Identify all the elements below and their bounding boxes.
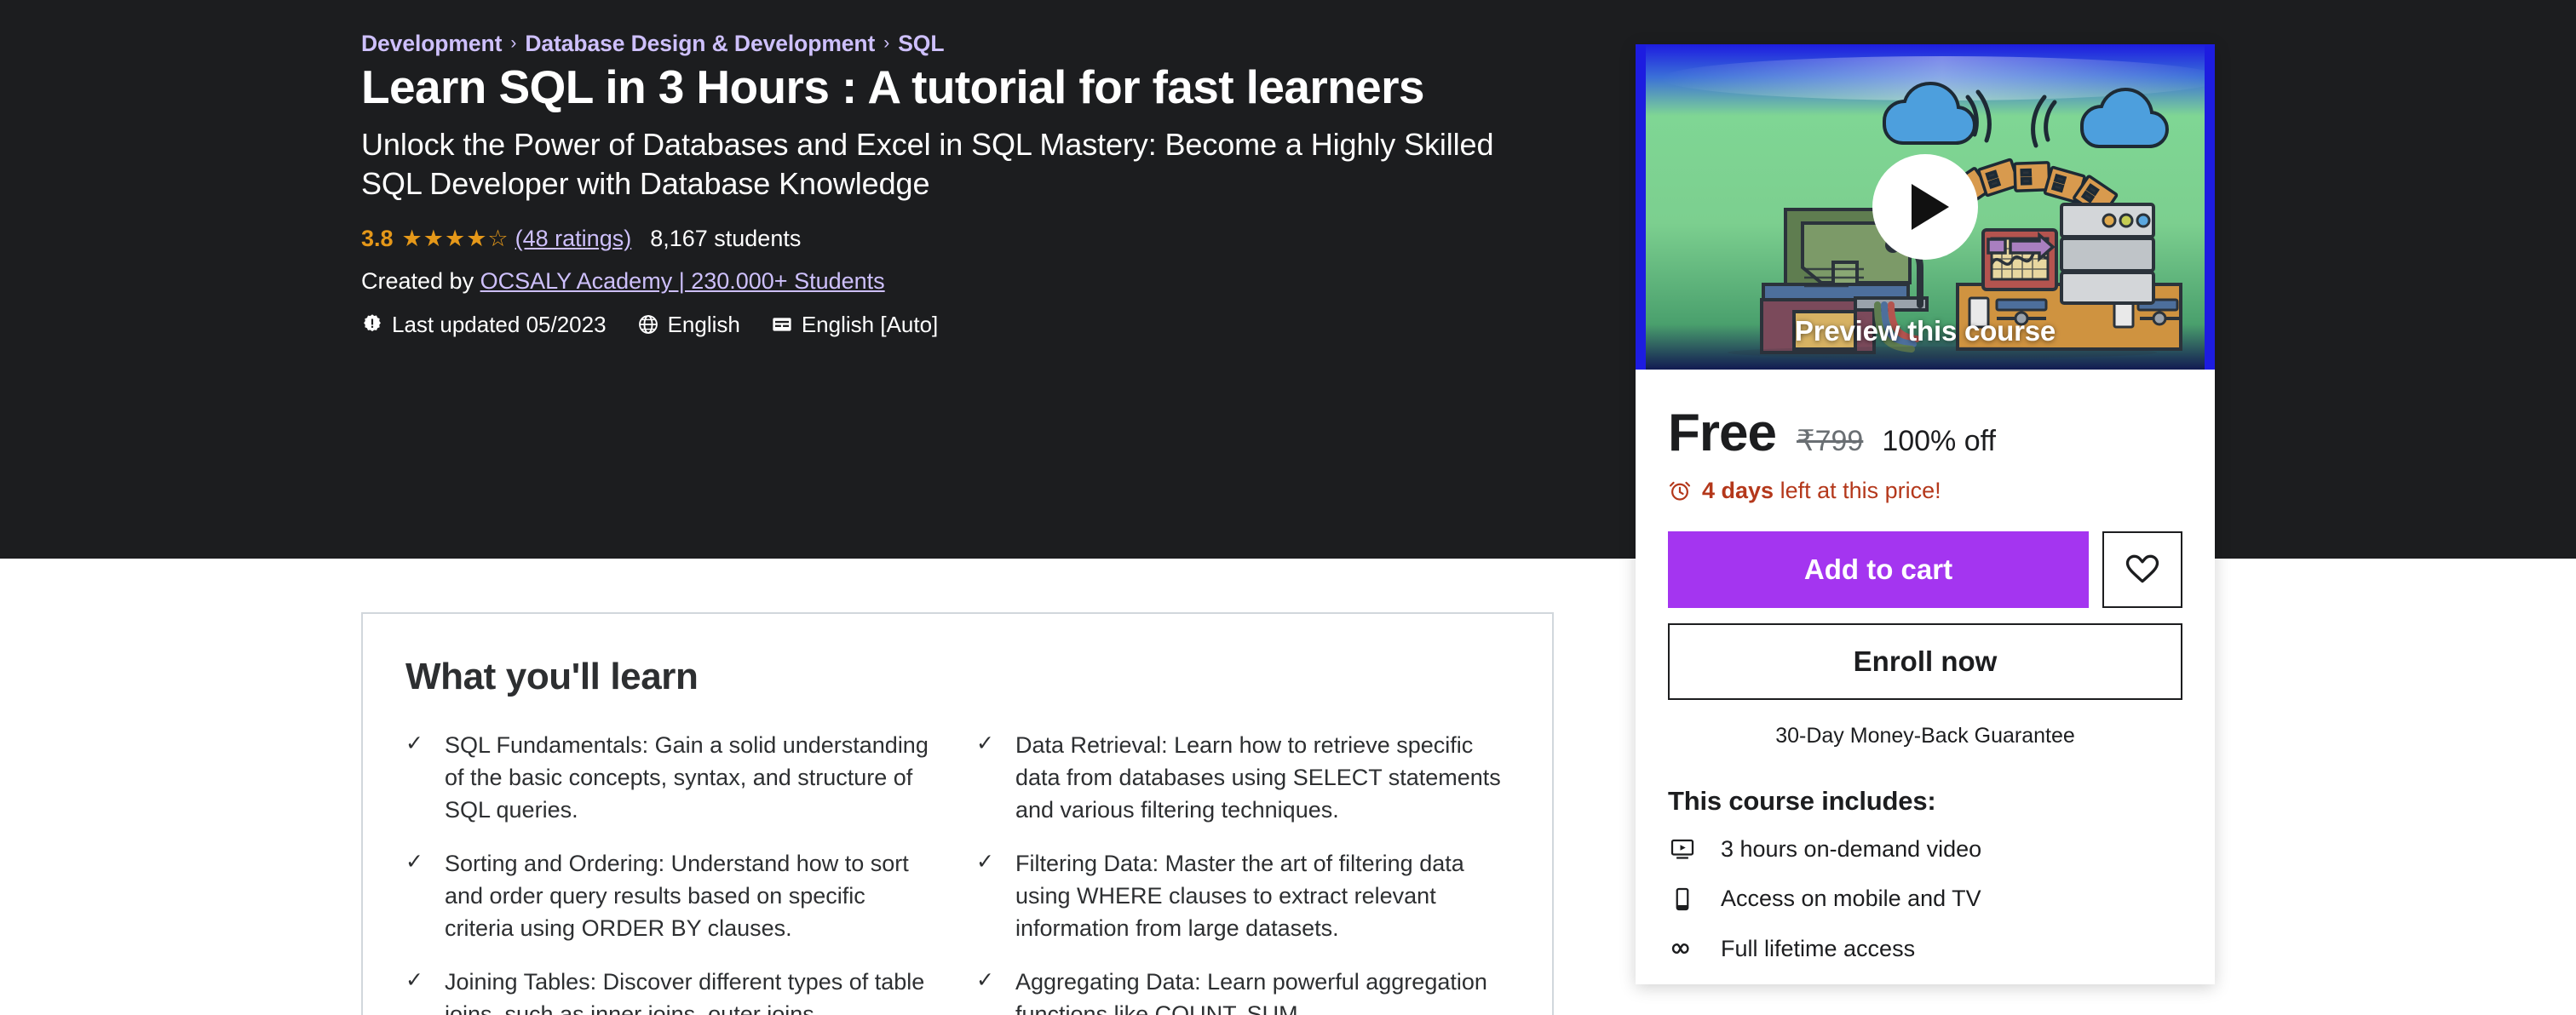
check-icon: ✓ (976, 849, 994, 874)
learn-item-text: Filtering Data: Master the art of filter… (1015, 850, 1464, 942)
original-price: ₹799 (1796, 425, 1864, 457)
cloud-icon (1883, 81, 1977, 145)
list-item: ✓ Joining Tables: Discover different typ… (405, 966, 939, 1015)
discount-percent: 100% off (1882, 425, 1996, 457)
price-row: Free ₹799 100% off (1668, 407, 2182, 460)
cloud-icon (2080, 87, 2170, 148)
learn-item-text: SQL Fundamentals: Gain a solid understan… (445, 731, 929, 823)
page-title: Learn SQL in 3 Hours : A tutorial for fa… (361, 60, 1425, 113)
mobile-phone-icon (1668, 886, 1697, 912)
list-item: ✓ Data Retrieval: Learn how to retrieve … (976, 729, 1509, 827)
list-item: ✓ SQL Fundamentals: Gain a solid underst… (405, 729, 939, 827)
meta-language: English (637, 313, 740, 335)
meta-captions-label: English [Auto] (801, 312, 939, 338)
star-rating-icon: ★ ★ ★ ★ ☆ (402, 227, 509, 250)
course-includes-title: This course includes: (1668, 786, 1936, 816)
instructor-link[interactable]: OCSALY Academy | 230.000+ Students (480, 268, 885, 294)
list-item: ✓ Filtering Data: Master the art of filt… (976, 847, 1509, 945)
current-price: Free (1668, 404, 1777, 462)
add-to-cart-button[interactable]: Add to cart (1668, 531, 2089, 608)
star-filled-icon: ★ (401, 226, 423, 252)
breadcrumb: Development › Database Design & Developm… (361, 0, 1554, 54)
wishlist-button[interactable] (2102, 531, 2182, 608)
meta-captions: English [Auto] (771, 313, 938, 335)
includes-item-label: Full lifetime access (1721, 935, 1916, 961)
course-includes-list: 3 hours on-demand video Access on mobile… (1668, 835, 2182, 962)
course-subtitle: Unlock the Power of Databases and Excel … (361, 127, 1494, 202)
course-landing-page: Development › Database Design & Developm… (0, 0, 2576, 1015)
learn-item-text: Data Retrieval: Learn how to retrieve sp… (1015, 731, 1501, 823)
check-icon: ✓ (405, 967, 423, 992)
meta-last-updated-label: Last updated 05/2023 (392, 312, 607, 338)
includes-item-label: 3 hours on-demand video (1721, 836, 1982, 862)
money-back-guarantee: 30-Day Money-Back Guarantee (1775, 724, 2075, 748)
play-icon[interactable] (1872, 154, 1978, 260)
breadcrumb-item-sql[interactable]: SQL (898, 32, 944, 55)
globe-icon (637, 313, 659, 335)
cta-row: Add to cart (1668, 531, 2182, 608)
enroll-now-button[interactable]: Enroll now (1668, 623, 2182, 700)
purchase-card: Preview this course Free ₹799 100% off 4… (1636, 44, 2215, 985)
meta-last-updated: Last updated 05/2023 (361, 313, 607, 335)
check-icon: ✓ (405, 849, 423, 874)
deadline-days: 4 days (1702, 477, 1774, 503)
alarm-clock-icon (1668, 479, 1692, 502)
check-icon: ✓ (405, 731, 423, 755)
chevron-right-icon: › (510, 32, 517, 53)
course-meta-row: Last updated 05/2023 English English [Au… (361, 313, 1554, 335)
star-filled-icon: ★ (466, 226, 487, 252)
list-item: Full lifetime access (1668, 935, 2182, 962)
preview-caption: Preview this course (1794, 315, 2056, 347)
star-filled-icon: ★ (444, 226, 466, 252)
list-item: ✓ Aggregating Data: Learn powerful aggre… (976, 966, 1509, 1015)
what-you-will-learn-card: What you'll learn ✓ SQL Fundamentals: Ga… (361, 612, 1554, 1015)
learn-column-left: ✓ SQL Fundamentals: Gain a solid underst… (405, 729, 939, 1015)
created-by: Created by OCSALY Academy | 230.000+ Stu… (361, 267, 1554, 296)
list-item: Access on mobile and TV (1668, 885, 2182, 912)
list-item: ✓ Sorting and Ordering: Understand how t… (405, 847, 939, 945)
learn-column-right: ✓ Data Retrieval: Learn how to retrieve … (976, 729, 1509, 1015)
learn-item-text: Aggregating Data: Learn powerful aggrega… (1015, 968, 1487, 1015)
star-empty-icon: ☆ (487, 226, 509, 252)
price-deadline: 4 days left at this price! (1668, 479, 2182, 502)
ratings-count-link[interactable]: (48 ratings) (515, 227, 632, 250)
rating-row: 3.8 ★ ★ ★ ★ ☆ (48 ratings) 8,167 student… (361, 227, 1554, 250)
check-icon: ✓ (976, 967, 994, 992)
what-you-will-learn-title: What you'll learn (405, 656, 699, 697)
list-item: 3 hours on-demand video (1668, 835, 2182, 863)
created-by-label: Created by (361, 268, 480, 295)
update-badge-icon (361, 313, 383, 335)
star-filled-icon: ★ (423, 226, 444, 252)
infinity-icon (1668, 935, 1697, 962)
breadcrumb-item-database-design[interactable]: Database Design & Development (525, 32, 875, 55)
rating-value: 3.8 (361, 226, 394, 252)
learn-item-text: Joining Tables: Discover different types… (445, 968, 925, 1015)
includes-item-label: Access on mobile and TV (1721, 886, 1981, 912)
learn-item-text: Sorting and Ordering: Understand how to … (445, 850, 909, 942)
meta-language-label: English (667, 312, 740, 338)
play-triangle (1912, 184, 1949, 230)
chevron-right-icon: › (883, 32, 890, 53)
video-monitor-icon (1668, 836, 1697, 862)
check-icon: ✓ (976, 731, 994, 755)
what-you-will-learn-grid: ✓ SQL Fundamentals: Gain a solid underst… (405, 729, 1509, 1015)
course-preview-thumbnail[interactable]: Preview this course (1636, 44, 2215, 370)
students-count: 8,167 students (650, 226, 802, 252)
closed-caption-icon (771, 313, 793, 335)
deadline-text: left at this price! (1774, 477, 1941, 503)
breadcrumb-item-development[interactable]: Development (361, 32, 502, 55)
heart-icon (2125, 551, 2160, 589)
